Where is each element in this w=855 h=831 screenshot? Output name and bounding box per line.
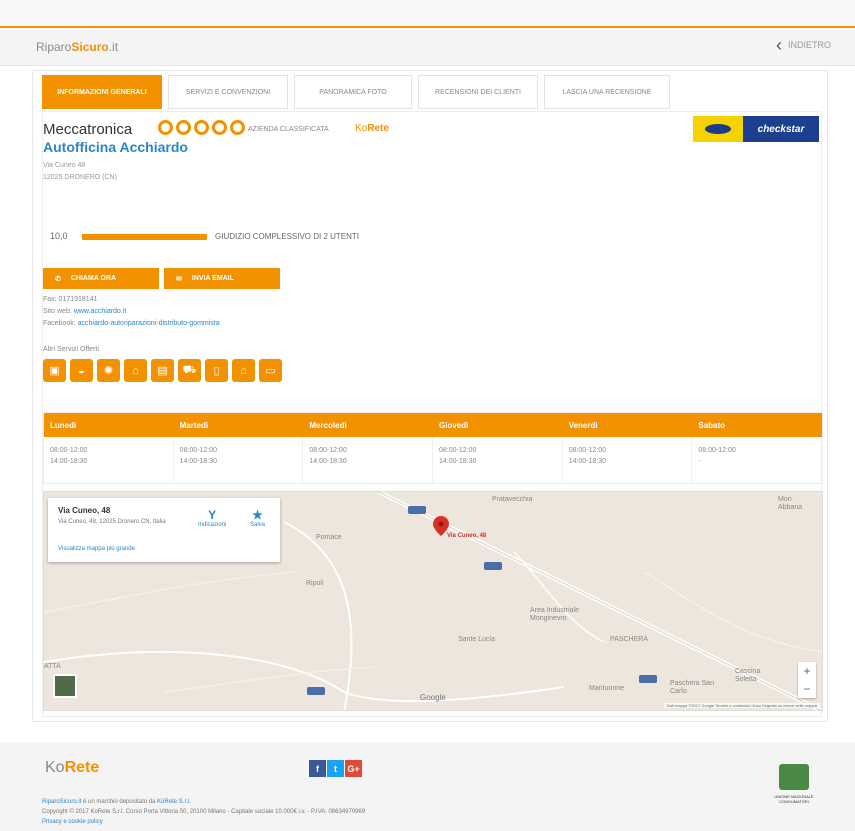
top-strip bbox=[0, 0, 855, 28]
google-plus-icon[interactable]: G+ bbox=[345, 760, 362, 777]
social-links: f t G+ bbox=[309, 760, 362, 777]
tab-servizi-convenzioni[interactable]: Servizi e convenzioni bbox=[168, 75, 288, 109]
map-card-address: Via Cuneo, 48, 12025 Dronero CN, Italia bbox=[58, 519, 166, 525]
car-wash-icon: ◒ bbox=[70, 359, 93, 382]
directions-button[interactable]: Y Indicazioni bbox=[198, 508, 226, 528]
classified-label: Azienda classificata bbox=[248, 126, 329, 133]
footer-text: RiparoSicuro.it è un marchio depositato … bbox=[42, 799, 366, 825]
consumer-union-logo: Unione Nazionale Consumatori bbox=[765, 762, 823, 812]
directions-icon: Y bbox=[208, 508, 217, 522]
map-pin-label: Via Cuneo, 48 bbox=[447, 533, 487, 539]
opening-hours-table: Lunedì Martedì Mercoledì Giovedì Venerdì Saba… bbox=[43, 412, 823, 484]
facebook-icon[interactable]: f bbox=[309, 760, 326, 777]
tab-content: Meccatronica Azienda classificata KoRete… bbox=[42, 111, 823, 717]
shopping-bag-icon bbox=[779, 764, 809, 790]
phone-icon: ▯ bbox=[205, 359, 228, 382]
facebook-link[interactable]: acchiardo-autoriparazioni-distributo-gom… bbox=[78, 320, 220, 327]
larger-map-link[interactable]: Visualizza mappa più grande bbox=[58, 546, 135, 552]
rating-score: 10,0 bbox=[50, 231, 68, 241]
map-info-card: Via Cuneo, 48 Via Cuneo, 48, 12025 Drone… bbox=[48, 498, 280, 562]
tab-recensioni-clienti[interactable]: Recensioni dei clienti bbox=[418, 75, 538, 109]
tab-lascia-recensione[interactable]: Lascia una recensione bbox=[544, 75, 670, 109]
hours-day-header: Martedì bbox=[179, 420, 209, 430]
hours-day-value: 08:00-12:00 14:00-18:30 bbox=[563, 437, 693, 483]
hours-day-header: Lunedì bbox=[50, 420, 77, 430]
footer-brand-logo[interactable]: KoRete bbox=[45, 759, 99, 777]
map-card-title: Via Cuneo, 48 bbox=[58, 506, 111, 515]
copyright-line: Copyright © 2017 KoRete S.r.l. Corso Por… bbox=[42, 809, 366, 815]
email-button[interactable]: ✉ Invia email bbox=[164, 268, 280, 289]
hours-values-row: 08:00-12:00 14:00-18:30 08:00-12:00 14:00… bbox=[44, 437, 823, 483]
contact-info: Fax: 0171918141 Sito web: www.acchiardo.… bbox=[43, 296, 220, 327]
star-icon: ★ bbox=[252, 508, 263, 522]
location-map[interactable]: Via Cuneo, 48 Pratavecchia Pomace Ripoli… bbox=[43, 491, 823, 711]
korete-brand: KoRete bbox=[355, 123, 389, 134]
hours-day-value: 08:00-12:00 14:00-18:30 bbox=[44, 437, 174, 483]
rating-circle-icon bbox=[212, 120, 227, 135]
checkstar-badge: checkstar bbox=[693, 116, 819, 142]
business-name: Autofficina Acchiardo bbox=[43, 139, 188, 155]
site-logo[interactable]: RiparoSicuro.it bbox=[36, 40, 118, 54]
hours-day-value: 08:00-12:00 14:00-18:30 bbox=[433, 437, 563, 483]
rating-circle-icon bbox=[176, 120, 191, 135]
hours-day-value: 08:00-12:00 - bbox=[692, 437, 823, 483]
google-logo: Google bbox=[420, 693, 446, 702]
rating-bar bbox=[82, 234, 207, 240]
rating-circle-icon bbox=[194, 120, 209, 135]
business-address: Via Cuneo 48 12025 DRONERO (CN) bbox=[43, 162, 117, 181]
website-link[interactable]: www.acchiardo.it bbox=[74, 308, 127, 315]
hours-day-header: Mercoledì bbox=[309, 420, 347, 430]
hours-day-value: 08:00-12:00 14:00-18:30 bbox=[303, 437, 434, 483]
zoom-in-button[interactable]: + bbox=[803, 664, 810, 678]
display-icon: ▭ bbox=[259, 359, 282, 382]
business-panel: Informazioni generali Servizi e convenzi… bbox=[32, 70, 828, 722]
rating-label: Giudizio complessivo di 2 utenti bbox=[215, 232, 360, 241]
zoom-out-button[interactable]: − bbox=[803, 682, 810, 696]
call-button[interactable]: ✆ Chiama ora bbox=[43, 268, 159, 289]
business-category: Meccatronica bbox=[43, 121, 133, 138]
phone-icon: ✆ bbox=[55, 275, 61, 283]
hours-day-header: Sabato bbox=[698, 420, 726, 430]
back-button[interactable]: ‹ INDIETRO bbox=[775, 35, 831, 55]
map-copyright: Dati mappa ©2017 Google Termini e condiz… bbox=[663, 703, 820, 708]
privacy-link[interactable]: Privacy e cookie policy bbox=[42, 819, 103, 825]
twitter-icon[interactable]: t bbox=[327, 760, 344, 777]
site-footer: KoRete f t G+ RiparoSicuro.it è un march… bbox=[0, 742, 855, 831]
checkstar-logo-icon bbox=[705, 124, 731, 134]
site-header: RiparoSicuro.it ‹ INDIETRO bbox=[0, 30, 855, 66]
hours-header-row: Lunedì Martedì Mercoledì Giovedì Venerdì Saba… bbox=[44, 413, 822, 437]
tab-bar: Informazioni generali Servizi e convenzi… bbox=[42, 75, 670, 109]
home-icon: ⌂ bbox=[124, 359, 147, 382]
map-zoom-controls: + − bbox=[798, 662, 816, 698]
envelope-icon: ✉ bbox=[176, 275, 182, 283]
fax-line: Fax: 0171918141 bbox=[43, 296, 98, 303]
calendar-icon: ▣ bbox=[43, 359, 66, 382]
tire-icon: ✺ bbox=[97, 359, 120, 382]
services-icons: ▣ ◒ ✺ ⌂ ▤ ⛟ ▯ ⌂ ▭ bbox=[43, 359, 282, 382]
printer-icon: ▤ bbox=[151, 359, 174, 382]
satellite-toggle[interactable] bbox=[53, 674, 77, 698]
save-place-button[interactable]: ★ Salva bbox=[250, 508, 265, 528]
tab-informazioni-generali[interactable]: Informazioni generali bbox=[42, 75, 162, 109]
rating-circle-icon bbox=[230, 120, 245, 135]
rating-circle-icon bbox=[158, 120, 173, 135]
hours-day-value: 08:00-12:00 14:00-18:30 bbox=[174, 437, 304, 483]
services-label: Altri Servizi Offerti bbox=[43, 346, 99, 353]
tow-truck-icon: ⛟ bbox=[178, 359, 201, 382]
back-label: INDIETRO bbox=[787, 40, 831, 50]
tab-panoramica-foto[interactable]: Panoramica foto bbox=[294, 75, 412, 109]
car-icon: ⌂ bbox=[232, 359, 255, 382]
chevron-left-icon: ‹ bbox=[775, 35, 782, 55]
classification-rating bbox=[158, 120, 245, 135]
hours-day-header: Venerdì bbox=[568, 420, 598, 430]
hours-day-header: Giovedì bbox=[439, 420, 469, 430]
